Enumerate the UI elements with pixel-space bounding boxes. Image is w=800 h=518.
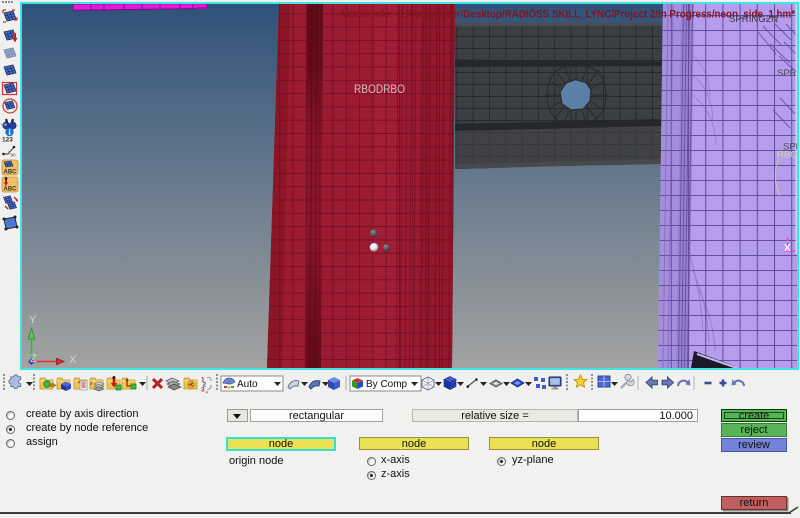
svg-text:Y: Y: [29, 314, 37, 326]
svg-text:RBO: RBO: [777, 150, 797, 161]
svg-text:SPRI: SPRI: [777, 68, 797, 79]
svg-text:Z: Z: [30, 353, 37, 365]
svg-text:ABC: ABC: [4, 187, 18, 193]
svg-text:SPRING2N: SPRING2N: [729, 14, 778, 25]
svg-text:3: 3: [201, 387, 205, 394]
svg-text:X: X: [69, 354, 77, 366]
svg-text:X: X: [784, 243, 791, 254]
svg-text:Auto: Auto: [237, 379, 258, 390]
svg-text:ABC: ABC: [4, 170, 18, 176]
svg-text:Model Info: C:/Users/User/Desk: Model Info: C:/Users/User/Desktop/RADIOS…: [341, 9, 796, 21]
svg-text:123: 123: [2, 137, 13, 144]
svg-text:By Comp: By Comp: [366, 379, 408, 390]
svg-text:RBODRBO: RBODRBO: [354, 84, 405, 96]
svg-text:90: 90: [11, 153, 17, 158]
